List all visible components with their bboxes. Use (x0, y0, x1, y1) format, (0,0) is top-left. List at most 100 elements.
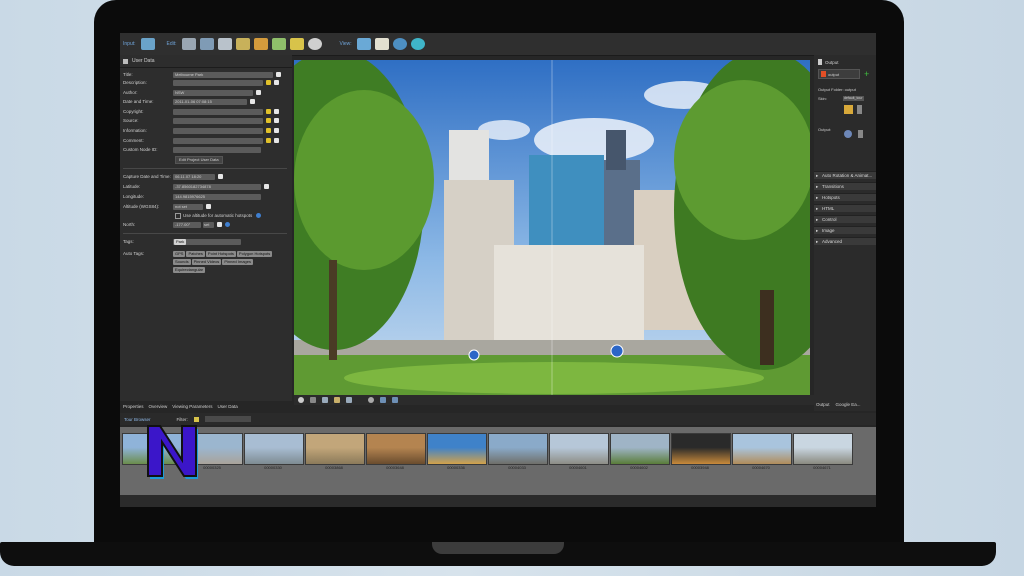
information-edit-icon[interactable] (266, 128, 271, 133)
clipboard-icon[interactable] (374, 38, 389, 50)
comment-lock-icon[interactable] (274, 138, 279, 143)
panorama-thumbnail[interactable] (427, 433, 487, 465)
custom-node-field[interactable] (173, 146, 261, 153)
panorama-input-icon[interactable] (140, 38, 155, 50)
tab-overview[interactable]: Overview (149, 404, 168, 409)
tag-chip[interactable]: Park (174, 238, 187, 245)
auto-tag-chip[interactable]: Point Hotspots (205, 251, 236, 257)
panorama-viewer[interactable] (294, 60, 810, 395)
skin-field[interactable]: default_tour (843, 96, 864, 101)
altitude-field[interactable]: not set (173, 203, 203, 210)
map-icon[interactable] (289, 38, 304, 50)
auto-tag-chip[interactable]: Polygon Hotspots (236, 251, 273, 257)
source-edit-icon[interactable] (266, 118, 271, 123)
north-field[interactable]: -177.00° (173, 221, 201, 228)
longitude-field[interactable]: 144.9815976625 (173, 193, 261, 200)
tab-google-earth[interactable]: Google Ea... (836, 402, 861, 407)
copyright-edit-icon[interactable] (266, 109, 271, 114)
panorama-thumbnail[interactable] (610, 433, 670, 465)
tab-properties[interactable]: Properties (123, 404, 144, 409)
panorama-thumbnail[interactable] (366, 433, 426, 465)
capture-field[interactable]: 06.11.07 18:20 (173, 173, 215, 180)
hierarchy-icon[interactable] (271, 38, 286, 50)
north-set-button[interactable]: set (203, 221, 214, 228)
output-section[interactable]: Transitions (814, 182, 876, 191)
auto-tag-chip[interactable]: GPS (173, 251, 186, 257)
auto-tag-chip[interactable]: Sounds (173, 259, 191, 265)
comment-field[interactable] (173, 137, 263, 144)
output-section[interactable]: HTML (814, 204, 876, 213)
polygon-icon[interactable] (334, 397, 340, 403)
information-lock-icon[interactable] (274, 128, 279, 133)
skin-edit-icon[interactable] (857, 105, 862, 114)
folder-icon[interactable] (858, 130, 863, 138)
copyright-field[interactable] (173, 108, 263, 115)
output-section[interactable]: Auto Rotation & Animat... (814, 171, 876, 180)
media-icon[interactable] (346, 397, 352, 403)
source-lock-icon[interactable] (274, 118, 279, 123)
author-field[interactable]: NSW (173, 89, 253, 96)
north-info-icon[interactable] (225, 222, 230, 227)
fullscreen-icon[interactable] (392, 397, 398, 403)
description-edit-icon[interactable] (266, 80, 271, 85)
use-altitude-checkbox[interactable] (175, 212, 181, 219)
comment-edit-icon[interactable] (266, 138, 271, 143)
latitude-field[interactable]: -37.8560182734878 (173, 183, 261, 190)
north-target-icon[interactable] (217, 222, 222, 227)
panorama-thumbnail[interactable] (671, 433, 731, 465)
capture-calendar-icon[interactable] (218, 174, 223, 179)
screen-icon[interactable] (380, 397, 386, 403)
picture-frame-icon[interactable] (217, 38, 232, 50)
filter-input[interactable] (204, 416, 251, 422)
reel-icon[interactable] (307, 38, 322, 50)
author-lock-icon[interactable] (256, 90, 261, 95)
tab-viewing-parameters[interactable]: Viewing Parameters (172, 404, 212, 409)
panorama-thumbnail[interactable] (488, 433, 548, 465)
source-field[interactable] (173, 117, 263, 124)
hotspot-icon[interactable] (322, 397, 328, 403)
datetime-field[interactable]: 2011-01-06 07:08:15 (173, 98, 247, 105)
description-field[interactable] (173, 79, 263, 86)
latitude-lock-icon[interactable] (264, 184, 269, 189)
description-lock-icon[interactable] (274, 80, 279, 85)
altitude-lock-icon[interactable] (206, 204, 211, 209)
output-section[interactable]: Advanced (814, 237, 876, 246)
auto-tag-chip[interactable]: Equirectangular (173, 267, 206, 273)
settings-icon[interactable] (844, 130, 852, 138)
target-icon[interactable] (368, 397, 374, 403)
compass-icon[interactable] (298, 397, 304, 403)
title-field[interactable]: Melbourne Park (173, 71, 273, 78)
panorama-thumbnail[interactable] (305, 433, 365, 465)
output-section[interactable]: Control (814, 215, 876, 224)
information-field[interactable] (173, 127, 263, 134)
edit-project-button[interactable]: Edit Project User Data (175, 155, 223, 164)
datetime-lock-icon[interactable] (250, 99, 255, 104)
eye-icon[interactable] (410, 38, 425, 50)
panorama-thumbnail[interactable] (732, 433, 792, 465)
binoculars-icon[interactable] (356, 38, 371, 50)
star-icon[interactable] (844, 105, 853, 114)
auto-tag-chip[interactable]: Pinned Videos (191, 259, 222, 265)
play-icon[interactable] (310, 397, 316, 403)
blocks-icon[interactable] (235, 38, 250, 50)
output-section[interactable]: Hotspots (814, 193, 876, 202)
panorama-thumbnail[interactable] (549, 433, 609, 465)
output-section[interactable]: Image (814, 226, 876, 235)
panorama-thumbnail[interactable] (244, 433, 304, 465)
auto-tag-chip[interactable]: Pinned Images (222, 259, 253, 265)
copyright-label: Copyright: (123, 109, 144, 114)
tab-output[interactable]: Output (816, 402, 830, 407)
tab-user-data[interactable]: User Data (217, 404, 237, 409)
tags-field[interactable]: Park (173, 238, 241, 245)
output-select[interactable]: output (818, 69, 860, 79)
cube-icon[interactable] (253, 38, 268, 50)
title-lock-icon[interactable] (276, 72, 281, 77)
panorama-thumbnail[interactable] (793, 433, 853, 465)
film-strip-icon[interactable] (181, 38, 196, 50)
auto-tag-chip[interactable]: Patches (186, 251, 205, 257)
info-icon[interactable] (256, 213, 262, 218)
image-panel-icon[interactable] (199, 38, 214, 50)
add-output-icon[interactable]: + (864, 70, 869, 79)
copyright-lock-icon[interactable] (274, 109, 279, 114)
globe-icon[interactable] (392, 38, 407, 50)
